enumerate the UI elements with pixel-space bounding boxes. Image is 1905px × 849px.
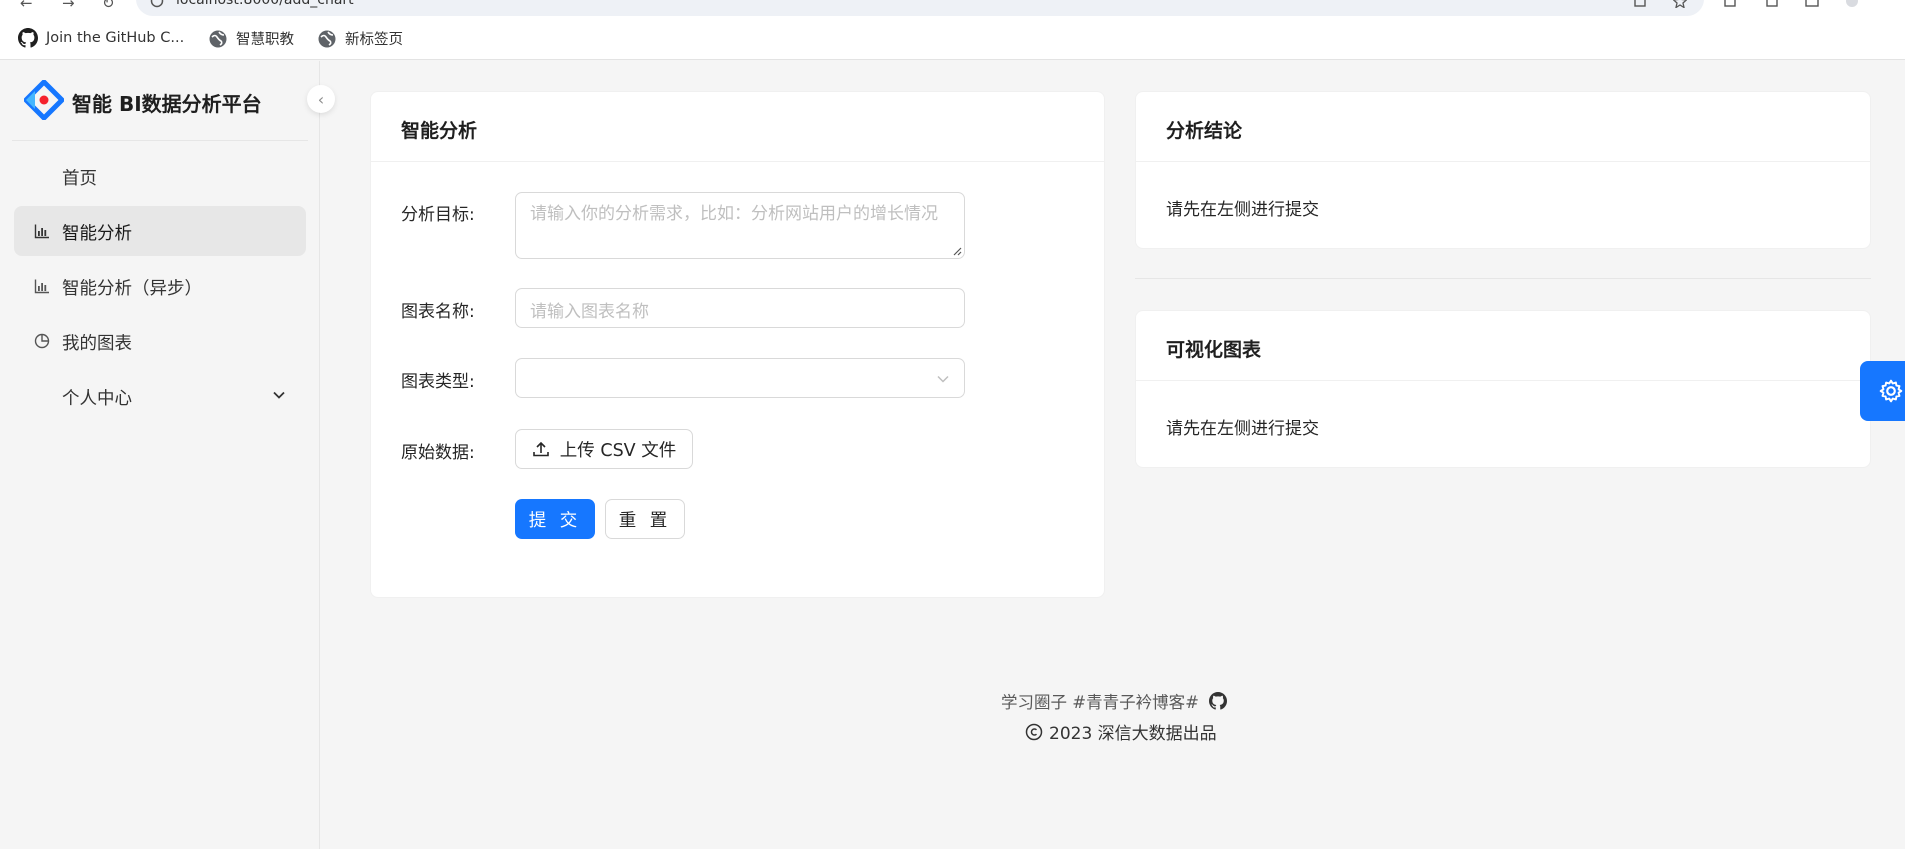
card-title: 分析结论 <box>1136 92 1870 162</box>
bookmark-zhihuizhijiao[interactable]: 智慧职教 <box>208 28 294 49</box>
sidebar-item-label: 智能分析（异步） <box>62 279 202 299</box>
sidebar-item-personal-center[interactable]: 个人中心 <box>14 371 306 421</box>
gear-icon <box>1879 379 1903 403</box>
app-title: 智能 BI数据分析平台 <box>72 92 262 116</box>
globe-icon <box>318 30 336 47</box>
upload-icon <box>532 441 549 457</box>
bookmark-newtab[interactable]: 新标签页 <box>317 28 403 49</box>
raw-data-label: 原始数据: <box>401 443 475 463</box>
bookmark-star-icon[interactable] <box>1673 0 1687 8</box>
card-title: 智能分析 <box>371 92 1104 162</box>
visualization-text: 请先在左侧进行提交 <box>1166 419 1319 439</box>
analysis-form-card: 智能分析 分析目标: 请输入你的分析需求，比如：分析网站用户的增长情况 图表名称… <box>370 91 1105 598</box>
chart-type-select[interactable] <box>515 358 965 398</box>
chart-name-label: 图表名称: <box>401 302 475 322</box>
forward-icon[interactable]: → <box>62 0 75 12</box>
chart-name-input[interactable]: 请输入图表名称 <box>515 288 965 328</box>
extensions-icon[interactable] <box>1723 0 1737 8</box>
conclusion-card: 分析结论 请先在左侧进行提交 <box>1135 91 1871 249</box>
sidebar-item-my-charts[interactable]: 我的图表 <box>14 316 306 366</box>
copyright-text: 2023 深信大数据出品 <box>1049 724 1217 744</box>
sidebar-collapse-button[interactable]: ‹ <box>307 85 335 113</box>
site-info-icon[interactable] <box>150 0 164 8</box>
sidebar-item-smart-analysis-async[interactable]: 智能分析（异步） <box>14 261 306 311</box>
side-menu: 首页 智能分析 智能分析（异步） 我的图表 个人中心 <box>14 151 306 426</box>
sidebar: 智能 BI数据分析平台 ‹ 首页 智能分析 智能分析（异步） 我的图表 个人中心 <box>0 61 335 849</box>
globe-icon <box>209 30 227 47</box>
bookmark-label: 新标签页 <box>345 32 403 48</box>
sidebar-item-label: 个人中心 <box>62 389 132 409</box>
bookmark-label: Join the GitHub C... <box>46 30 185 46</box>
tab-search-icon[interactable] <box>1765 0 1779 8</box>
chevron-down-icon <box>273 391 285 399</box>
chart-type-label: 图表类型: <box>401 372 475 392</box>
sidebar-item-smart-analysis[interactable]: 智能分析 <box>14 206 306 256</box>
upload-csv-button[interactable]: 上传 CSV 文件 <box>515 429 693 469</box>
reset-button[interactable]: 重 置 <box>605 499 685 539</box>
url-text[interactable]: localhost:8000/add_chart <box>176 0 354 8</box>
sidebar-item-home[interactable]: 首页 <box>14 151 306 201</box>
menu-icon[interactable] <box>1805 0 1819 8</box>
settings-drawer-button[interactable] <box>1860 361 1905 421</box>
submit-button[interactable]: 提 交 <box>515 499 595 539</box>
profile-icon[interactable] <box>1845 0 1859 8</box>
visualization-card: 可视化图表 请先在左侧进行提交 <box>1135 310 1871 468</box>
chart-name-placeholder: 请输入图表名称 <box>530 302 649 322</box>
browser-toolbar: ← → ↻ localhost:8000/add_chart <box>0 0 1905 16</box>
logo-icon <box>24 80 64 120</box>
chevron-left-icon: ‹ <box>317 89 325 109</box>
goal-placeholder: 请输入你的分析需求，比如：分析网站用户的增长情况 <box>530 204 938 224</box>
footer-links-text[interactable]: 学习圈子 #青青子衿博客# <box>1001 689 1199 713</box>
bookmark-github[interactable]: Join the GitHub C... <box>18 28 184 48</box>
address-bar[interactable] <box>136 0 1704 16</box>
goal-textarea[interactable]: 请输入你的分析需求，比如：分析网站用户的增长情况 <box>515 192 965 259</box>
sidebar-item-label: 我的图表 <box>62 334 132 354</box>
sidebar-item-label: 智能分析 <box>62 224 132 244</box>
bookmark-label: 智慧职教 <box>236 32 294 48</box>
share-icon[interactable] <box>1633 0 1647 8</box>
bar-chart-icon <box>34 279 49 294</box>
footer-copyright: 2023 深信大数据出品 <box>1025 719 1217 744</box>
github-icon[interactable] <box>1208 692 1227 710</box>
footer-links: 学习圈子 #青青子衿博客# <box>1001 689 1227 713</box>
card-title: 可视化图表 <box>1136 311 1870 381</box>
copyright-icon <box>1025 723 1043 740</box>
bookmarks-bar: Join the GitHub C... 智慧职教 新标签页 <box>0 16 1905 60</box>
back-icon[interactable]: ← <box>20 0 33 12</box>
upload-label: 上传 CSV 文件 <box>559 440 677 461</box>
chevron-down-icon <box>937 375 949 383</box>
conclusion-text: 请先在左侧进行提交 <box>1166 200 1319 220</box>
divider <box>1135 278 1871 279</box>
pie-chart-icon <box>34 333 50 349</box>
goal-label: 分析目标: <box>401 205 475 225</box>
github-icon <box>18 28 38 48</box>
reload-icon[interactable]: ↻ <box>102 0 115 12</box>
bar-chart-icon <box>34 224 49 239</box>
resize-grip-icon[interactable] <box>952 246 962 256</box>
divider <box>12 140 308 141</box>
sidebar-item-label: 首页 <box>62 169 97 189</box>
